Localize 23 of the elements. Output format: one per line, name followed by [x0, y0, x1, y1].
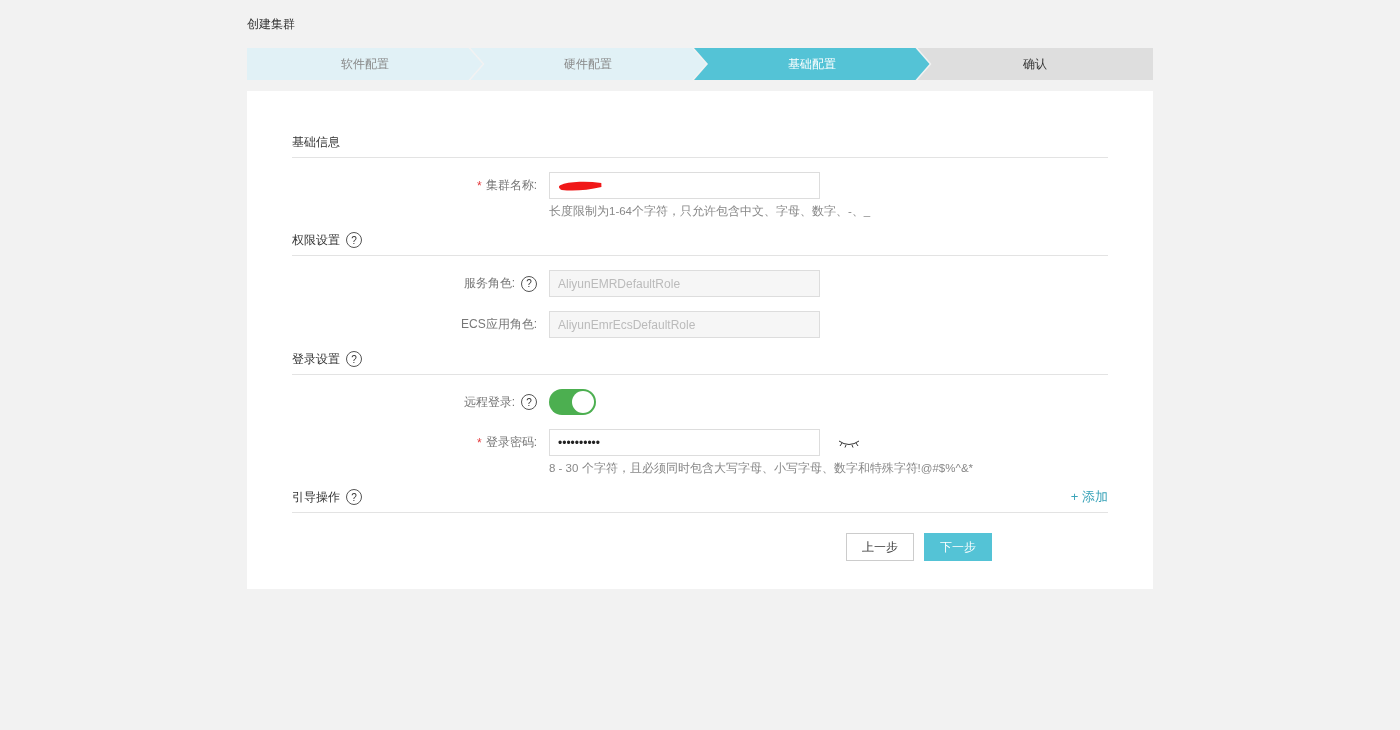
closed-eye-icon[interactable]	[838, 439, 860, 448]
section-title: 引导操作	[292, 488, 340, 506]
required-mark: *	[477, 435, 482, 450]
cluster-name-field[interactable]	[549, 172, 820, 199]
field-hint: 长度限制为1-64个字符，只允许包含中文、字母、数字、-、_	[549, 204, 872, 219]
required-mark: *	[477, 178, 482, 193]
field-label: 服务角色:	[463, 275, 515, 292]
password-field[interactable]: ••••••••••	[549, 429, 820, 456]
field-label: ECS应用角色:	[461, 316, 537, 333]
field-hint: 8 - 30 个字符，且必须同时包含大写字母、小写字母、数字和特殊字符!@#$%^&*	[549, 461, 975, 476]
wizard-step: 硬件配置	[470, 48, 706, 80]
page-title: 创建集群	[247, 16, 296, 33]
wizard-step: 软件配置	[247, 48, 483, 80]
section-title: 登录设置	[292, 350, 340, 368]
section-title: 基础信息	[292, 133, 340, 151]
wizard-step: 确认	[917, 48, 1153, 80]
field-label: 集群名称:	[485, 177, 537, 194]
wizard-step: 基础配置	[694, 48, 930, 80]
field-label: 远程登录:	[463, 393, 515, 411]
section-title: 权限设置	[292, 231, 340, 249]
toggle-switch[interactable]	[549, 389, 596, 415]
field-label: 登录密码:	[485, 434, 537, 451]
back-button[interactable]: 上一步	[846, 533, 914, 561]
